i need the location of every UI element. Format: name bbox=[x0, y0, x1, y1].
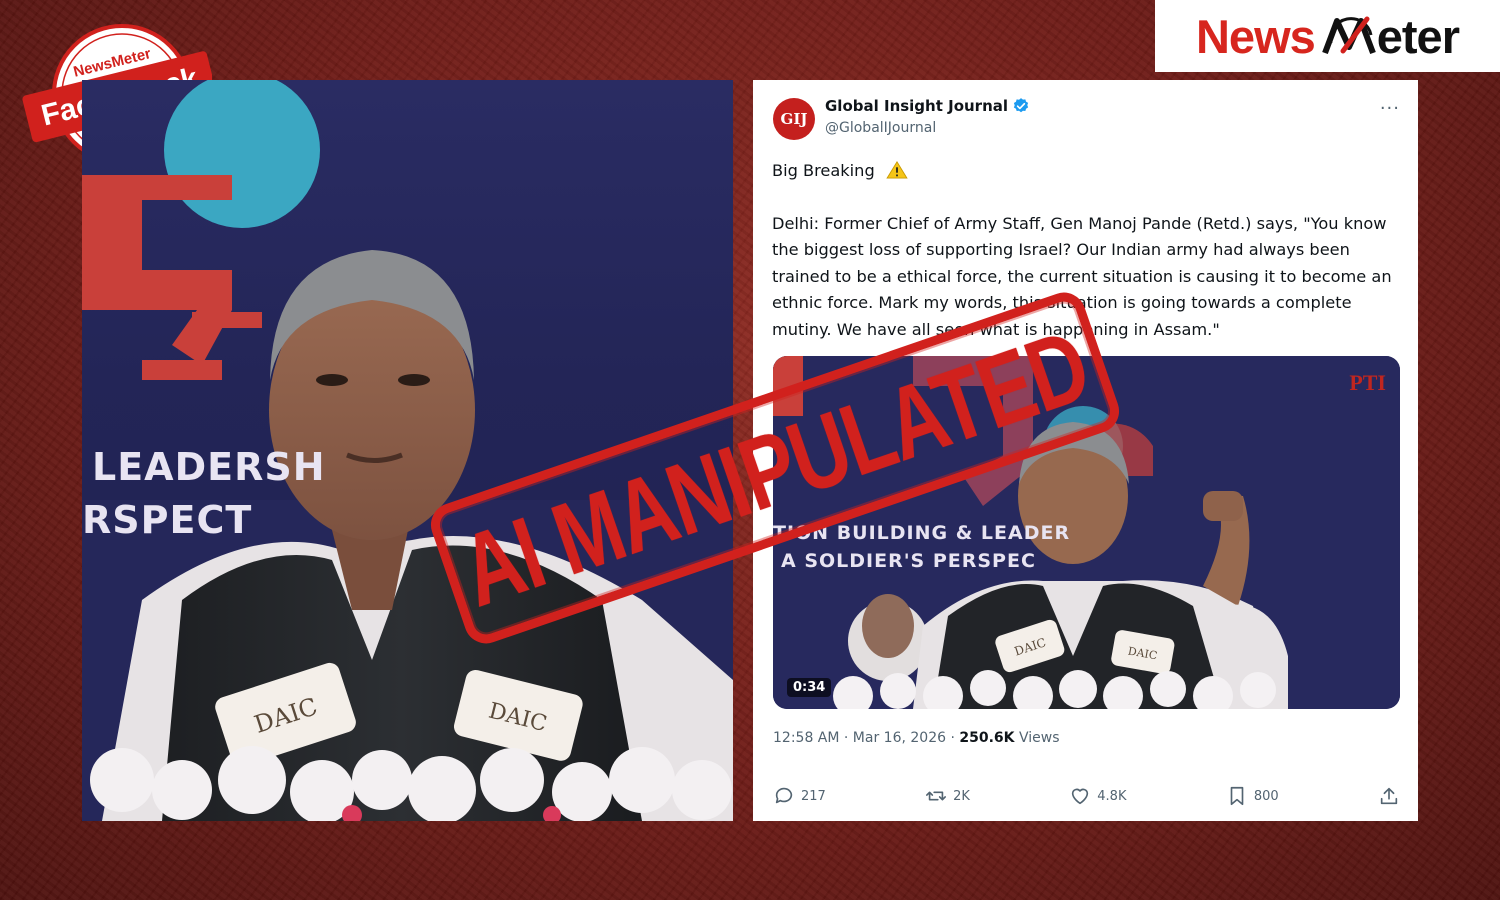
reply-count: 217 bbox=[801, 788, 826, 804]
video-overlay-line-2: A SOLDIER'S PERSPEC bbox=[781, 550, 1036, 572]
logo-news-text: News bbox=[1195, 9, 1316, 63]
account-handle[interactable]: @GlobalIJournal bbox=[825, 120, 936, 136]
views-label: Views bbox=[1014, 730, 1060, 746]
newsmeter-logo[interactable]: News eter bbox=[1155, 0, 1500, 72]
repost-icon bbox=[926, 791, 947, 801]
tweet-meta: 12:58 AM · Mar 16, 2026 · 250.6K Views bbox=[773, 730, 1059, 746]
tweet-timestamp[interactable]: 12:58 AM · Mar 16, 2026 · bbox=[773, 730, 959, 746]
views-count: 250.6K bbox=[959, 730, 1015, 746]
account-name[interactable]: Global Insight Journal bbox=[825, 97, 1008, 115]
account-name-row[interactable]: Global Insight Journal bbox=[825, 97, 1030, 115]
tweet-headline: Big Breaking bbox=[772, 161, 875, 180]
pti-watermark: PTI bbox=[1349, 370, 1386, 395]
warning-icon bbox=[886, 161, 908, 179]
left-overlay-line-1: LEADERSH bbox=[92, 445, 326, 489]
repost-button[interactable]: 2K bbox=[925, 785, 970, 807]
account-avatar[interactable]: GIJ bbox=[773, 98, 815, 140]
bookmark-count: 800 bbox=[1253, 788, 1279, 804]
bookmark-icon bbox=[1230, 786, 1244, 806]
tweet-headline-row: Big Breaking bbox=[772, 158, 1408, 185]
heart-icon bbox=[1072, 788, 1089, 805]
more-options-icon[interactable]: ··· bbox=[1380, 98, 1400, 119]
left-overlay-line-2: RSPECT bbox=[82, 498, 253, 542]
verified-badge-icon bbox=[1013, 98, 1029, 113]
meter-gauge-icon bbox=[1321, 16, 1376, 55]
like-button[interactable]: 4.8K bbox=[1069, 785, 1126, 807]
tweet-actions: 217 2K 4.8K 800 bbox=[773, 783, 1400, 809]
reply-icon bbox=[775, 787, 793, 804]
share-icon bbox=[1380, 787, 1398, 805]
share-button[interactable] bbox=[1378, 785, 1400, 807]
repost-count: 2K bbox=[953, 788, 970, 804]
like-count: 4.8K bbox=[1097, 788, 1127, 804]
logo-meter-text: eter bbox=[1376, 9, 1460, 63]
bookmark-button[interactable]: 800 bbox=[1226, 785, 1279, 807]
reply-button[interactable]: 217 bbox=[773, 785, 826, 807]
video-duration: 0:34 bbox=[787, 678, 832, 697]
